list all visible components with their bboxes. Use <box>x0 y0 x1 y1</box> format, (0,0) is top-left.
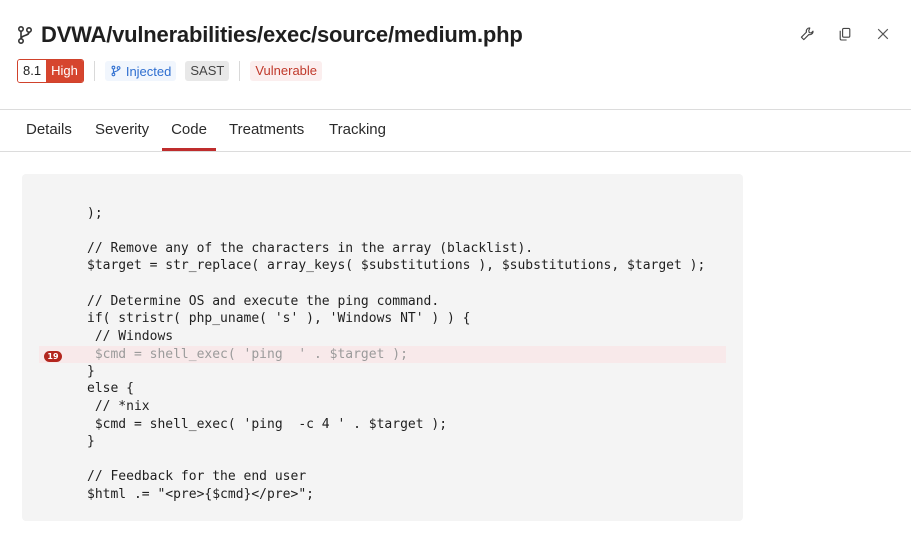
score-value: 8.1 <box>18 60 47 82</box>
code-line: $cmd = shell_exec( 'ping -c 4 ' . $targe… <box>87 417 448 432</box>
code-line: // Remove any of the characters in the a… <box>87 241 534 256</box>
code-snippet: 19 ); // Remove any of the characters in… <box>22 174 743 521</box>
finding-header: DVWA/vulnerabilities/exec/source/medium.… <box>0 0 911 110</box>
tab-details[interactable]: Details <box>26 110 72 151</box>
wrench-icon <box>800 27 814 41</box>
close-button[interactable] <box>873 24 893 44</box>
code-line: $html .= "<pre>{$cmd}</pre>"; <box>87 487 314 502</box>
tab-tracking[interactable]: Tracking <box>329 110 386 151</box>
technique-badge: SAST <box>185 61 230 81</box>
status-badge: Vulnerable <box>250 61 323 81</box>
injected-label: Injected <box>125 63 172 79</box>
code-line: if( stristr( php_uname( 's' ), 'Windows … <box>87 311 471 326</box>
code-line-highlighted: $cmd = shell_exec( 'ping ' . $target ); <box>87 347 408 362</box>
tab-code[interactable]: Code <box>162 110 216 151</box>
code-line: // *nix <box>87 399 150 414</box>
code-line: ); <box>87 206 103 221</box>
severity-label: High <box>46 60 83 82</box>
close-icon <box>877 28 889 40</box>
branch-icon <box>111 65 121 77</box>
page-title: DVWA/vulnerabilities/exec/source/medium.… <box>41 22 523 47</box>
copy-button[interactable] <box>835 24 855 44</box>
code-line: // Determine OS and execute the ping com… <box>87 294 440 309</box>
tab-bar: Details Severity Code Treatments Trackin… <box>0 110 911 152</box>
title-row: DVWA/vulnerabilities/exec/source/medium.… <box>15 20 523 50</box>
severity-score-badge: 8.1 High <box>17 59 84 83</box>
copy-icon <box>839 27 851 41</box>
code-line: // Feedback for the end user <box>87 469 307 484</box>
code-line: } <box>87 364 95 379</box>
divider <box>93 61 95 81</box>
header-actions <box>797 24 893 44</box>
divider <box>239 61 241 81</box>
code-line: else { <box>87 381 134 396</box>
tab-treatments[interactable]: Treatments <box>229 110 304 151</box>
code-line: } <box>87 434 95 449</box>
injected-badge: Injected <box>104 61 177 81</box>
vulnerable-line-number: 19 <box>44 351 62 362</box>
wrench-button[interactable] <box>797 24 817 44</box>
tab-severity[interactable]: Severity <box>95 110 149 151</box>
code-line: $target = str_replace( array_keys( $subs… <box>87 258 706 273</box>
code-line: // Windows <box>87 329 174 344</box>
branch-icon <box>17 25 33 45</box>
badge-row: 8.1 High Injected SAST Vulnerable <box>17 59 323 83</box>
